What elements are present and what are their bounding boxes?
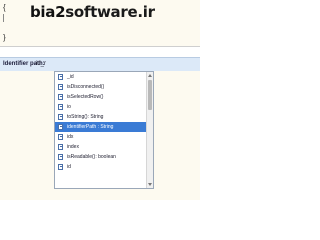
autocomplete-item-label: index — [67, 144, 79, 150]
expression-input[interactable]: id_r — [36, 61, 46, 67]
member-icon — [58, 84, 63, 90]
autocomplete-popup[interactable]: _id isDisconnected() isSelectedRow() io … — [54, 71, 154, 189]
autocomplete-item-label: identifierPath : String — [67, 124, 114, 130]
member-icon — [58, 94, 63, 100]
autocomplete-item[interactable]: isDisconnected() — [55, 82, 147, 92]
autocomplete-list: _id isDisconnected() isSelectedRow() io … — [55, 72, 147, 188]
autocomplete-item-label: _id — [67, 74, 74, 80]
watermark-logo: bia2software.ir — [30, 3, 155, 21]
autocomplete-item[interactable]: toString(): String — [55, 112, 147, 122]
watermark-text-a: bia2 — [30, 3, 66, 21]
member-icon — [58, 144, 63, 150]
autocomplete-item[interactable]: id — [55, 162, 147, 172]
autocomplete-item[interactable]: io — [55, 102, 147, 112]
text-cursor — [3, 14, 4, 22]
autocomplete-item-label: idx — [67, 134, 74, 140]
autocomplete-item-label: toString(): String — [67, 114, 104, 120]
member-icon — [58, 124, 63, 130]
autocomplete-item[interactable]: isReadable(): boolean — [55, 152, 147, 162]
autocomplete-item-label: isSelectedRow() — [67, 94, 104, 100]
autocomplete-item[interactable]: isSelectedRow() — [55, 92, 147, 102]
editor-brace-close: } — [3, 33, 6, 42]
scroll-down-icon[interactable] — [148, 183, 152, 186]
member-icon — [58, 104, 63, 110]
autocomplete-item-selected[interactable]: identifierPath : String — [55, 122, 147, 132]
scroll-up-icon[interactable] — [148, 74, 152, 77]
autocomplete-item[interactable]: _id — [55, 72, 147, 82]
member-icon — [58, 164, 63, 170]
member-icon — [58, 74, 63, 80]
member-icon — [58, 134, 63, 140]
member-icon — [58, 114, 63, 120]
autocomplete-item-label: id — [67, 164, 71, 170]
editor-brace-open: { — [3, 3, 6, 12]
autocomplete-scrollbar[interactable] — [146, 72, 153, 188]
watermark-text-b: software.ir — [65, 3, 155, 21]
autocomplete-item-label: isReadable(): boolean — [67, 154, 116, 160]
autocomplete-item-label: io — [67, 104, 71, 110]
scrollbar-thumb[interactable] — [148, 80, 152, 110]
member-icon — [58, 154, 63, 160]
expression-bar: Identifier path: id_r — [0, 57, 200, 72]
autocomplete-item[interactable]: index — [55, 142, 147, 152]
autocomplete-item-label: isDisconnected() — [67, 84, 105, 90]
autocomplete-item[interactable]: idx — [55, 132, 147, 142]
